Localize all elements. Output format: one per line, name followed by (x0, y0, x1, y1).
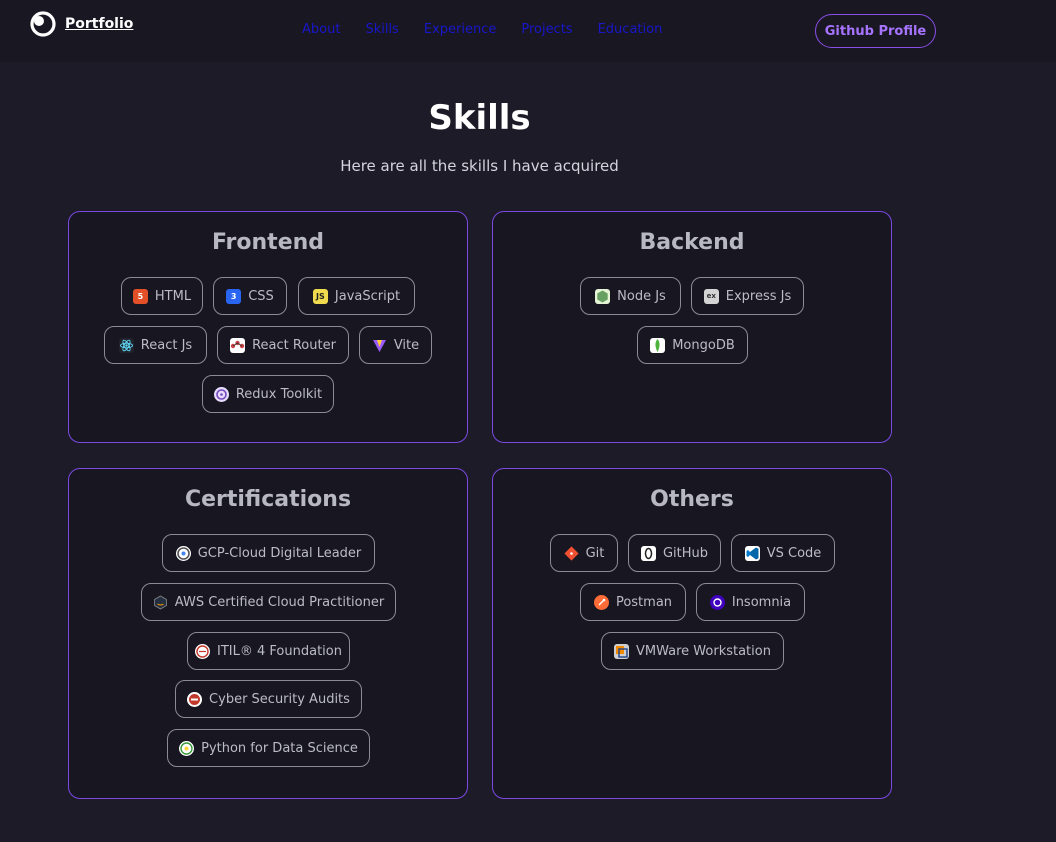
nav-link-experience[interactable]: Experience (424, 22, 497, 37)
cert-chip-aws[interactable]: AWS Certified Cloud Practitioner (141, 583, 396, 621)
skill-chip-nodejs[interactable]: Node Js (580, 277, 681, 315)
cert-chip-itil[interactable]: ITIL® 4 Foundation (187, 632, 350, 670)
nav-link-projects[interactable]: Projects (521, 22, 572, 37)
tool-chip-postman[interactable]: Postman (580, 583, 686, 621)
javascript-icon: JS (312, 288, 328, 304)
nav-link-skills[interactable]: Skills (365, 22, 398, 37)
cert-chip-cyber-security[interactable]: Cyber Security Audits (175, 680, 362, 718)
cert-label: AWS Certified Cloud Practitioner (174, 594, 385, 610)
tool-label: Postman (615, 594, 673, 610)
postman-icon (593, 594, 609, 610)
skill-chip-react-router[interactable]: React Router (217, 326, 349, 364)
insomnia-icon (709, 594, 725, 610)
nav-link-education[interactable]: Education (598, 22, 663, 37)
skill-chip-mongodb[interactable]: MongoDB (637, 326, 748, 364)
skill-chip-css[interactable]: 3 CSS (213, 277, 287, 315)
github-icon (640, 545, 656, 561)
css3-icon: 3 (226, 288, 242, 304)
skill-label: JavaScript (334, 288, 401, 304)
gcp-badge-icon (175, 545, 191, 561)
tool-label: VS Code (766, 545, 822, 561)
cert-label: Python for Data Science (201, 740, 358, 756)
brand-name: Portfolio (65, 16, 134, 32)
html5-icon: 5 (132, 288, 148, 304)
react-router-icon (230, 337, 246, 353)
skill-label: React Router (252, 337, 336, 353)
cert-chip-gcp[interactable]: GCP-Cloud Digital Leader (162, 534, 375, 572)
skill-label: Express Js (725, 288, 792, 304)
backend-title: Backend (639, 230, 745, 255)
navbar: Portfolio About Skills Experience Projec… (0, 0, 1056, 62)
skill-label: CSS (248, 288, 274, 304)
aws-badge-icon (153, 595, 168, 610)
cert-label: GCP-Cloud Digital Leader (197, 545, 362, 561)
skill-chip-expressjs[interactable]: ex Express Js (691, 277, 804, 315)
redux-icon (213, 386, 229, 402)
react-icon (118, 337, 134, 353)
itil-badge-icon (195, 643, 211, 659)
skills-title: Skills (428, 98, 531, 138)
mongodb-icon (650, 337, 666, 353)
tool-label: VMWare Workstation (636, 643, 771, 659)
skill-label: MongoDB (672, 337, 735, 353)
certifications-card: Certifications GCP-Cloud Digital Leader … (68, 468, 468, 799)
tool-chip-git[interactable]: Git (550, 534, 618, 572)
nodejs-icon (595, 288, 611, 304)
skills-subtitle: Here are all the skills I have acquired (340, 157, 619, 175)
skill-chip-javascript[interactable]: JS JavaScript (298, 277, 415, 315)
python-badge-icon (179, 740, 195, 756)
tool-chip-github[interactable]: GitHub (628, 534, 721, 572)
brand-link[interactable]: Portfolio (29, 10, 133, 38)
github-profile-button[interactable]: Github Profile (815, 14, 936, 48)
git-icon (564, 545, 579, 561)
frontend-card: Frontend 5 HTML 3 CSS JS JavaScript Reac… (68, 211, 468, 443)
vmware-icon (614, 643, 630, 659)
others-title: Others (650, 487, 734, 512)
tool-label: GitHub (662, 545, 709, 561)
skill-chip-redux-toolkit[interactable]: Redux Toolkit (202, 375, 334, 413)
others-card: Others Git GitHub VS Code Postman Insomn… (492, 468, 892, 799)
skill-label: HTML (154, 288, 192, 304)
cert-label: ITIL® 4 Foundation (217, 643, 342, 659)
certifications-title: Certifications (184, 487, 352, 512)
vite-icon (372, 338, 387, 353)
skill-chip-html[interactable]: 5 HTML (121, 277, 203, 315)
express-icon: ex (703, 288, 719, 304)
nav-links: About Skills Experience Projects Educati… (302, 22, 662, 37)
cyber-security-badge-icon (187, 691, 203, 707)
cert-chip-python[interactable]: Python for Data Science (167, 729, 370, 767)
tool-chip-insomnia[interactable]: Insomnia (696, 583, 805, 621)
portfolio-logo-icon (30, 11, 56, 37)
skill-label: Redux Toolkit (235, 386, 323, 402)
tool-label: Git (585, 545, 605, 561)
skill-chip-react[interactable]: React Js (104, 326, 207, 364)
tool-chip-vscode[interactable]: VS Code (731, 534, 835, 572)
backend-card: Backend Node Js ex Express Js MongoDB (492, 211, 892, 443)
frontend-title: Frontend (211, 230, 325, 255)
skill-chip-vite[interactable]: Vite (359, 326, 432, 364)
vscode-icon (744, 545, 760, 561)
skill-label: React Js (140, 337, 193, 353)
skill-label: Vite (393, 337, 420, 353)
tool-chip-vmware[interactable]: VMWare Workstation (601, 632, 784, 670)
nav-link-about[interactable]: About (302, 22, 340, 37)
skill-label: Node Js (617, 288, 666, 304)
cert-label: Cyber Security Audits (209, 691, 350, 707)
tool-label: Insomnia (731, 594, 792, 610)
